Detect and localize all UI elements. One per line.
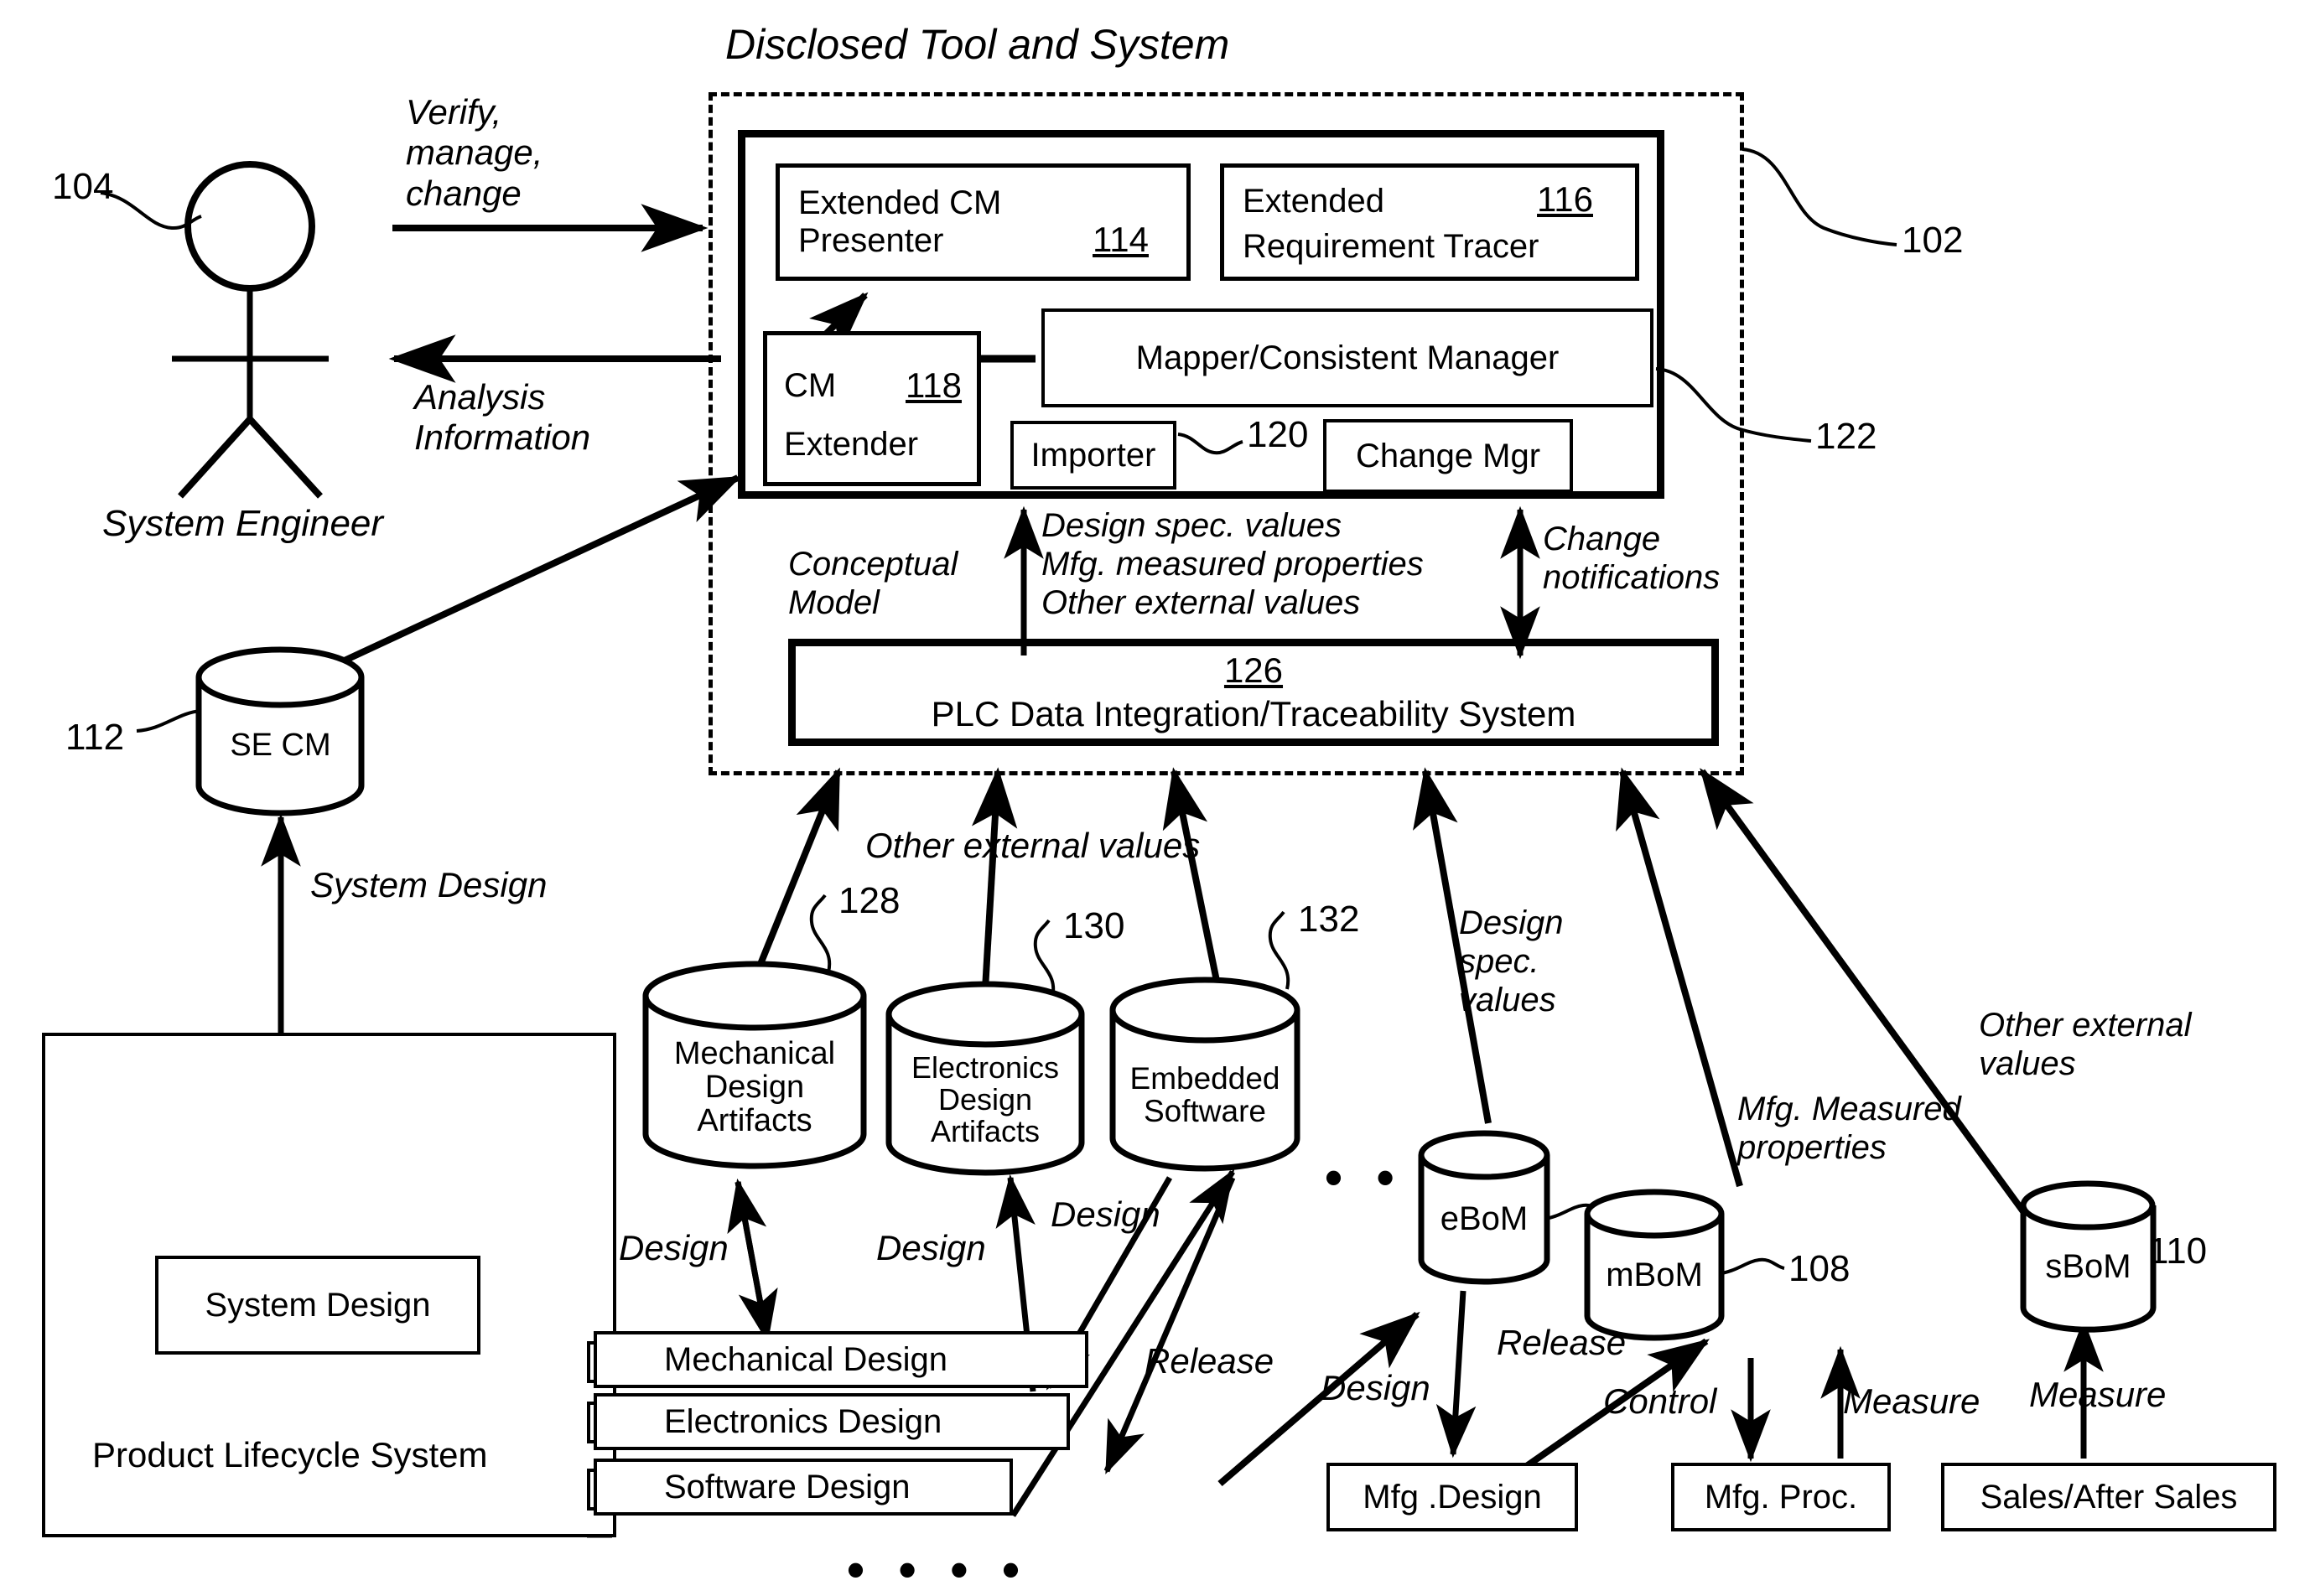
mfg-design-box[interactable]: Mfg .Design — [1326, 1463, 1578, 1531]
system-design-label: System Design — [205, 1286, 431, 1324]
extended-requirement-tracer-box[interactable]: Extended 116 Requirement Tracer — [1220, 163, 1639, 281]
label-design-2: Design — [876, 1228, 986, 1267]
label-analysis-information: Analysis Information — [414, 377, 591, 458]
electronics-design-item[interactable]: Electronics Design — [594, 1393, 1070, 1450]
ref-118: 118 — [906, 365, 962, 405]
change-mgr-label: Change Mgr — [1355, 437, 1541, 474]
arrow-secm-to-cmextender — [321, 474, 742, 674]
sbom-label: sBoM — [2045, 1248, 2131, 1285]
arrow-mechdesign-to-artifacts-up — [727, 1178, 771, 1340]
product-lifecycle-system-caption: Product Lifecycle System — [92, 1435, 488, 1474]
arrow-mbom-to-plc — [1616, 767, 1743, 1188]
label-control: Control — [1603, 1381, 1717, 1421]
arrow-elec-artifacts-to-plc — [971, 767, 1018, 990]
se-cm-label: SE CM — [230, 728, 331, 763]
cm-extender-box[interactable]: CM 118 Extender — [763, 331, 981, 486]
label-verify-manage-change: Verify, manage, change — [406, 92, 543, 213]
mechanical-design-artifacts-label: Mechanical Design Artifacts — [673, 1036, 836, 1138]
sales-after-sales-label: Sales/After Sales — [1980, 1478, 2238, 1516]
label-design-spec-values-right: Design spec. values — [1459, 904, 1564, 1018]
label-design-1: Design — [619, 1228, 729, 1267]
mbom-label: mBoM — [1606, 1257, 1703, 1293]
ref-108: 108 — [1788, 1248, 1851, 1289]
leader-line-108 — [1716, 1257, 1785, 1276]
arrow-ebom-to-mfgdesign — [1435, 1290, 1477, 1459]
electronics-design-label: Electronics Design — [664, 1402, 942, 1440]
se-cm-database[interactable]: SE CM — [195, 645, 366, 817]
ref-104: 104 — [52, 166, 114, 207]
label-design-4: Design — [1321, 1368, 1430, 1407]
embedded-software-label: Embedded Software — [1129, 1061, 1280, 1128]
importer-box[interactable]: Importer — [1010, 421, 1176, 490]
software-design-item[interactable]: Software Design — [594, 1459, 1013, 1516]
ref-116: 116 — [1537, 179, 1593, 219]
figure-title: Disclosed Tool and System — [725, 21, 1230, 68]
mfg-proc-box[interactable]: Mfg. Proc. — [1671, 1463, 1891, 1531]
system-design-box[interactable]: System Design — [155, 1256, 480, 1355]
label-other-external-values-mid: Other external values — [865, 826, 1201, 865]
cm-extender-line1: CM — [784, 367, 837, 404]
electronics-design-artifacts-database[interactable]: Electronics Design Artifacts — [885, 977, 1086, 1182]
mfg-design-label: Mfg .Design — [1363, 1478, 1542, 1516]
arrow-mech-artifacts-to-plc — [755, 767, 842, 970]
ellipsis-designs: • • • • — [847, 1542, 1030, 1596]
mapper-consistent-manager-label: Mapper/Consistent Manager — [1135, 339, 1560, 376]
ebom-database[interactable]: eBoM — [1417, 1127, 1551, 1291]
mapper-consistent-manager-box[interactable]: Mapper/Consistent Manager — [1041, 308, 1653, 407]
mechanical-design-label: Mechanical Design — [664, 1340, 947, 1378]
label-change-notifications: Change notifications — [1543, 521, 1721, 596]
cm-extender-line2: Extender — [784, 426, 919, 463]
change-mgr-box[interactable]: Change Mgr — [1323, 419, 1573, 493]
label-other-external-values-right: Other external values — [1979, 1007, 2192, 1082]
software-design-label: Software Design — [664, 1468, 911, 1505]
sbom-database[interactable]: sBoM — [2019, 1178, 2157, 1337]
ref-130: 130 — [1063, 905, 1125, 946]
extended-requirement-tracer-line2: Requirement Tracer — [1243, 228, 1539, 265]
ebom-label: eBoM — [1440, 1200, 1529, 1237]
plc-data-integration-system-box[interactable]: 126 PLC Data Integration/Traceability Sy… — [788, 639, 1719, 746]
embedded-software-database[interactable]: Embedded Software — [1108, 972, 1301, 1178]
ref-132: 132 — [1298, 899, 1360, 940]
mechanical-design-item[interactable]: Mechanical Design — [594, 1331, 1088, 1388]
arrow-embedded-sw-to-plc — [1162, 767, 1221, 986]
ref-128: 128 — [838, 880, 901, 921]
label-mfg-measured-properties-right: Mfg. Measured properties — [1737, 1091, 1961, 1166]
patent-figure-canvas: Disclosed Tool and System 102 122 104 Ex… — [0, 0, 2310, 1596]
mbom-database[interactable]: mBoM — [1583, 1186, 1726, 1345]
label-design-spec-mfg-other: Design spec. values Mfg. measured proper… — [1041, 507, 1424, 621]
ref-102: 102 — [1902, 220, 1964, 261]
label-system-design-flow: System Design — [310, 865, 548, 904]
mechanical-design-artifacts-database[interactable]: Mechanical Design Artifacts — [641, 956, 868, 1178]
ref-112: 112 — [65, 717, 125, 758]
label-release-1: Release — [1145, 1341, 1274, 1381]
system-engineer-figure — [172, 161, 329, 499]
extended-requirement-tracer-line1: Extended — [1243, 183, 1385, 220]
ref-122: 122 — [1815, 416, 1877, 457]
label-conceptual-model: Conceptual Model — [788, 546, 958, 621]
ref-126: 126 — [1223, 650, 1284, 690]
ref-114: 114 — [1093, 220, 1149, 259]
electronics-design-artifacts-label: Electronics Design Artifacts — [911, 1050, 1060, 1148]
label-measure-1: Measure — [1843, 1381, 1980, 1421]
ref-120: 120 — [1247, 414, 1309, 455]
system-engineer-label: System Engineer — [102, 503, 384, 544]
mfg-proc-label: Mfg. Proc. — [1704, 1478, 1858, 1516]
leader-line-102 — [1742, 148, 1897, 246]
extended-cm-presenter-box[interactable]: Extended CM Presenter 114 — [776, 163, 1191, 281]
importer-label: Importer — [1030, 436, 1156, 474]
label-design-3: Design — [1051, 1194, 1160, 1234]
sales-after-sales-box[interactable]: Sales/After Sales — [1941, 1463, 2276, 1531]
plc-system-name: PLC Data Integration/Traceability System — [931, 694, 1576, 733]
label-measure-2: Measure — [2029, 1375, 2167, 1414]
